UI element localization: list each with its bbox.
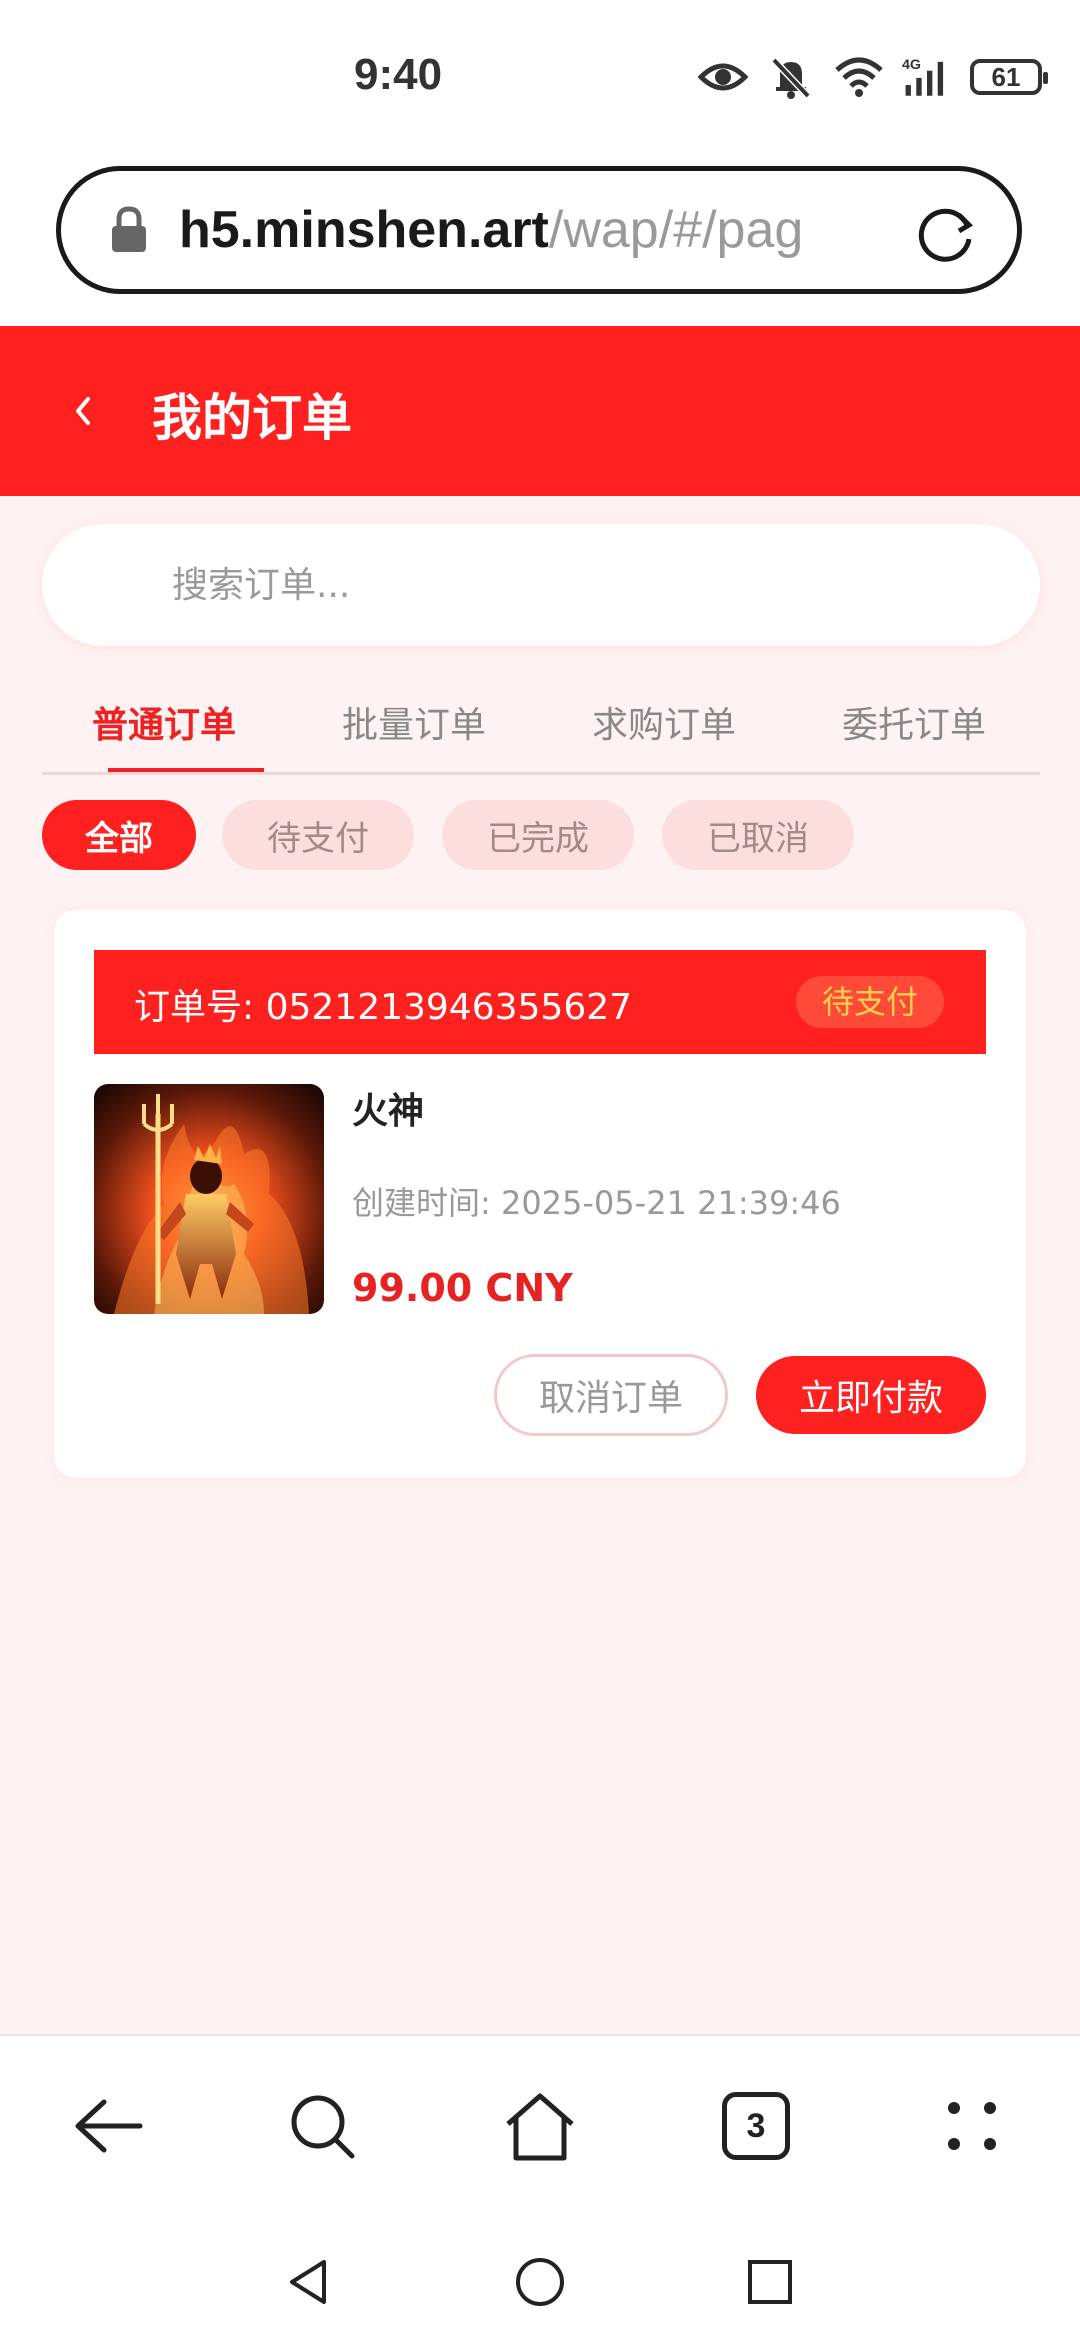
battery-level: 61 <box>991 61 1021 92</box>
filter-all[interactable]: 全部 <box>42 800 196 870</box>
battery-icon: 61 <box>970 59 1048 95</box>
order-number: 订单号: 0521213946355627 <box>134 987 633 1028</box>
bell-off-icon <box>771 57 811 99</box>
url-path: /wap/#/pag <box>548 201 804 259</box>
active-tab-indicator <box>108 768 264 772</box>
tab-normal-orders[interactable]: 普通订单 <box>92 696 236 748</box>
tabs-icon[interactable]: 3 <box>716 2086 796 2166</box>
filter-pending-payment[interactable]: 待支付 <box>222 800 414 870</box>
tab-batch-orders[interactable]: 批量订单 <box>342 696 486 748</box>
product-image[interactable] <box>94 1084 324 1314</box>
search-icon[interactable] <box>282 2086 362 2166</box>
eye-icon <box>698 63 748 91</box>
tab-count: 3 <box>722 2092 790 2160</box>
status-icons: 4G 61 <box>698 52 1048 102</box>
filter-cancelled[interactable]: 已取消 <box>662 800 854 870</box>
url-text[interactable]: h5.minshen.art/wap/#/pag <box>179 200 859 260</box>
system-back-icon[interactable] <box>280 2254 336 2310</box>
pay-now-button[interactable]: 立即付款 <box>756 1356 986 1434</box>
home-icon[interactable] <box>500 2086 580 2166</box>
order-type-tabs: 普通订单 批量订单 求购订单 委托订单 <box>42 680 1040 775</box>
signal-4g-icon: 4G <box>902 57 944 96</box>
back-arrow-icon[interactable] <box>68 389 98 433</box>
page-title: 我的订单 <box>152 389 352 447</box>
url-bar[interactable]: h5.minshen.art/wap/#/pag <box>56 166 1022 294</box>
url-host: h5.minshen.art <box>179 201 549 259</box>
more-menu-icon[interactable] <box>932 2086 1012 2166</box>
status-bar: 9:40 4G 61 <box>0 0 1080 160</box>
lock-icon <box>112 206 146 252</box>
cancel-order-button[interactable]: 取消订单 <box>494 1354 728 1436</box>
tab-consign-orders[interactable]: 委托订单 <box>842 696 986 748</box>
product-name: 火神 <box>352 1091 425 1132</box>
wifi-icon <box>835 57 883 97</box>
search-box <box>42 524 1040 646</box>
created-time: 创建时间: 2025-05-21 21:39:46 <box>352 1184 841 1222</box>
back-icon[interactable] <box>68 2086 148 2166</box>
filter-completed[interactable]: 已完成 <box>442 800 634 870</box>
tab-purchase-orders[interactable]: 求购订单 <box>592 696 736 748</box>
order-header: 订单号: 0521213946355627 待支付 <box>94 950 986 1054</box>
reload-icon[interactable] <box>915 203 977 265</box>
svg-text:4G: 4G <box>902 57 921 73</box>
status-time: 9:40 <box>354 50 443 99</box>
browser-toolbar: h5.minshen.art/wap/#/pag <box>0 160 1080 326</box>
system-recents-icon[interactable] <box>742 2254 798 2310</box>
fire-god-artwork <box>94 1084 324 1314</box>
app-header: 我的订单 <box>0 326 1080 496</box>
order-card[interactable]: 订单号: 0521213946355627 待支付 火神 创建时间: 2025-… <box>54 910 1026 1478</box>
browser-bottom-nav: 3 <box>0 2034 1080 2342</box>
order-price: 99.00 CNY <box>352 1266 573 1310</box>
status-badge: 待支付 <box>795 976 944 1028</box>
search-input[interactable] <box>170 554 994 616</box>
system-home-icon[interactable] <box>512 2254 568 2310</box>
